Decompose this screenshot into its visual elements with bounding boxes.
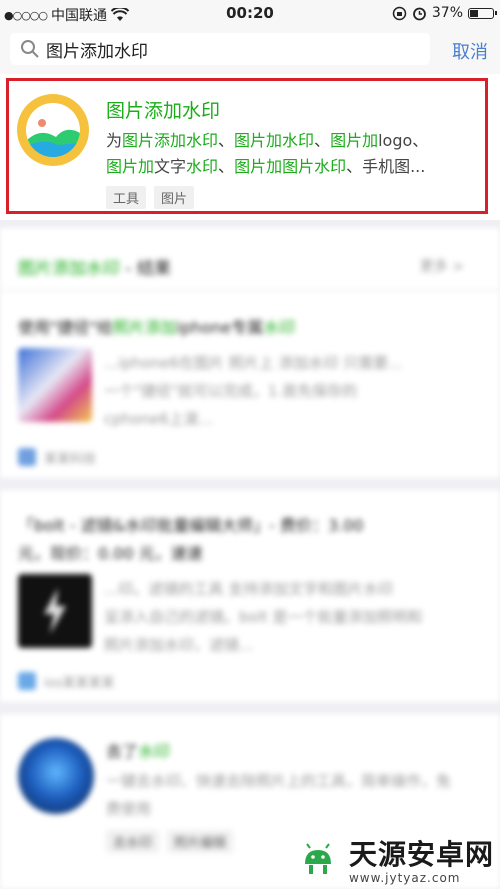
desc-text: 为 — [106, 131, 123, 150]
desc-text: 、 — [314, 131, 331, 150]
divider — [0, 290, 500, 291]
desc-highlight: 图片加 — [106, 157, 155, 176]
app-snippet: 一键去水印、快速去除照片上的工具，简单操作，免 — [106, 772, 452, 790]
tag-images[interactable]: 图片 — [154, 186, 195, 209]
app-result-title[interactable]: 「bolt - 滤镜&水印批量编辑大师」- 费价：3.00 — [18, 512, 364, 536]
battery-fill — [470, 9, 478, 17]
desc-highlight: 图片加图片水印 — [234, 157, 347, 176]
source-icon — [18, 448, 36, 466]
desc-text: 、 — [218, 131, 235, 150]
search-query[interactable]: 图片添加水印 — [46, 37, 148, 62]
desc-highlight: 图片加 — [330, 131, 379, 150]
battery-percent: 37% — [431, 5, 463, 21]
article-title-hl: 水印 — [263, 318, 296, 337]
lightning-icon — [44, 588, 66, 634]
desc-line-1: 为图片添加水印、图片加水印、图片加logo、 — [106, 128, 478, 154]
search-icon — [21, 40, 39, 58]
article-title-text: iphone专属 — [176, 318, 264, 337]
app-snippet: ...印。滤镜的工具 支持添加文字和图片水印 — [104, 580, 394, 598]
picture-icon — [26, 119, 80, 157]
status-right: 37% — [392, 5, 497, 21]
desc-text: logo、 — [378, 131, 429, 150]
more-link[interactable]: 更多 > — [420, 256, 464, 276]
app-icon[interactable] — [17, 94, 89, 166]
bolt-app-icon[interactable] — [18, 574, 92, 648]
orientation-lock-icon — [392, 6, 407, 20]
cancel-button[interactable]: 取消 — [452, 38, 488, 64]
watermark-text: 天源安卓网 www.jytyaz.com — [349, 833, 494, 885]
article-source: 某某科技 — [44, 452, 97, 467]
blurred-results: 图片添加水印 - 结果 更多 > 使用"捷径"给照片添加iphone专属水印 .… — [0, 228, 500, 889]
watermark-url: www.jytyaz.com — [348, 871, 461, 885]
site-watermark: 天源安卓网 www.jytyaz.com — [293, 833, 494, 885]
app-icon-3[interactable] — [18, 738, 94, 814]
desc-text: 文字 — [154, 157, 187, 176]
article-title-hl: 照片添加 — [112, 318, 177, 337]
app-result-title-2[interactable]: 元，现价：0.00 元，速速 — [18, 540, 203, 564]
tag[interactable]: 去水印 — [106, 830, 160, 853]
watermark-name: 天源安卓网 — [348, 838, 494, 871]
app-snippet: 呈添入自己的滤镜。bolt 是一个批量添加照明和 — [104, 608, 423, 626]
desc-highlight: 图片加水印 — [234, 131, 315, 150]
section-heading-text: - 结果 — [120, 259, 171, 279]
desc-highlight: 水印 — [186, 157, 219, 176]
article-thumbnail[interactable] — [18, 348, 92, 422]
tag[interactable]: 照片编辑 — [167, 830, 234, 853]
article-snippet: ...iphone6在图片 照片上 添加水印 只需要... — [104, 354, 403, 372]
app-snippet: 费使用 — [106, 800, 152, 818]
article-snippet: cphone6上滚... — [104, 410, 214, 428]
article-section: 图片添加水印 - 结果 更多 > 使用"捷径"给照片添加iphone专属水印 .… — [0, 228, 500, 478]
desc-line-2: 图片加文字水印、图片加图片水印、手机图... — [106, 154, 478, 180]
tag-tools[interactable]: 工具 — [106, 186, 147, 209]
result-tags: 工具 图片 — [106, 186, 195, 209]
search-input[interactable]: 图片添加水印 — [10, 33, 430, 65]
section-heading: 图片添加水印 - 结果 — [18, 254, 171, 279]
battery-icon — [468, 7, 497, 19]
alarm-icon — [412, 7, 426, 20]
android-logo-icon — [293, 835, 342, 883]
article-title-text: 使用"捷径"给 — [18, 318, 113, 337]
article-snippet: 一个"捷径"就可以完成，1.首先保存的 — [104, 382, 358, 400]
top-result-card[interactable]: 图片添加水印 为图片添加水印、图片加水印、图片加logo、 图片加文字水印、图片… — [0, 74, 500, 220]
app-source: ios某某某某 — [44, 676, 115, 691]
section-heading-hl: 图片添加水印 — [18, 259, 120, 279]
desc-text: 、 — [218, 157, 235, 176]
app-result-title-3[interactable]: 去了水印 — [106, 738, 170, 762]
app-snippet: 照片添加水印，滤镜... — [104, 636, 254, 654]
result-description: 为图片添加水印、图片加水印、图片加logo、 图片加文字水印、图片加图片水印、手… — [106, 128, 478, 180]
desc-text: 、手机图... — [346, 157, 426, 176]
desc-highlight: 图片添加水印 — [122, 131, 219, 150]
app-title-text: 去了 — [106, 742, 139, 761]
app-icon-inner — [26, 103, 80, 157]
article-title[interactable]: 使用"捷径"给照片添加iphone专属水印 — [18, 314, 295, 338]
result-title[interactable]: 图片添加水印 — [106, 96, 220, 123]
status-bar: ●○○○○ 中国联通 00:20 37% — [0, 0, 500, 28]
search-bar: 图片添加水印 取消 — [0, 28, 500, 74]
app-result-2[interactable]: 「bolt - 滤镜&水印批量编辑大师」- 费价：3.00 元，现价：0.00 … — [0, 490, 500, 702]
app-tags: 去水印 照片编辑 — [106, 830, 234, 853]
source-icon — [18, 672, 36, 690]
app-title-hl: 水印 — [138, 742, 171, 761]
